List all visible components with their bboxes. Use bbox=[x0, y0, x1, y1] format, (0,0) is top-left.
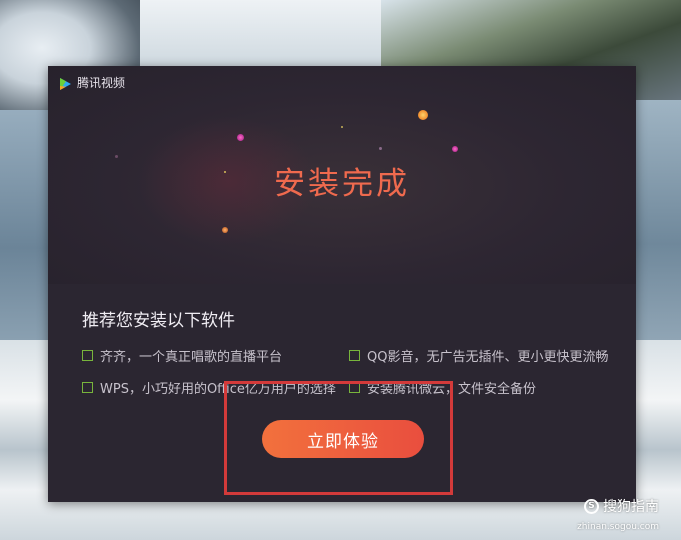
sogou-s-icon: S bbox=[584, 498, 599, 514]
desktop-background bbox=[0, 110, 48, 340]
checkbox[interactable] bbox=[82, 382, 93, 393]
start-experience-button[interactable]: 立即体验 bbox=[262, 420, 424, 458]
app-title: 腾讯视频 bbox=[77, 76, 126, 90]
hero-banner: 腾讯视频 安装完成 bbox=[48, 66, 636, 284]
recommend-option-wps[interactable]: WPS，小巧好用的Office亿万用户的选择 bbox=[82, 378, 336, 397]
recommend-option-qq-player[interactable]: QQ影音，无广告无插件、更小更快更流畅 bbox=[349, 346, 608, 365]
particle-dot bbox=[452, 146, 458, 152]
particle-dot bbox=[237, 134, 244, 141]
installer-window: 腾讯视频 安装完成 推荐您安装以下软件 齐齐，一个真正唱歌的直播平台 QQ影音，… bbox=[48, 66, 636, 502]
desktop-background bbox=[130, 0, 390, 66]
option-label: 安装腾讯微云，文件安全备份 bbox=[367, 382, 537, 397]
desktop-background bbox=[635, 100, 681, 340]
checkbox[interactable] bbox=[349, 350, 360, 361]
option-label: 齐齐，一个真正唱歌的直播平台 bbox=[100, 350, 283, 365]
option-label: WPS，小巧好用的Office亿万用户的选择 bbox=[100, 382, 336, 397]
particle-dot bbox=[341, 126, 343, 128]
checkbox[interactable] bbox=[82, 350, 93, 361]
option-label: QQ影音，无广告无插件、更小更快更流畅 bbox=[367, 350, 609, 365]
particle-dot bbox=[418, 110, 428, 120]
particle-dot bbox=[379, 147, 382, 150]
recommend-panel: 推荐您安装以下软件 齐齐，一个真正唱歌的直播平台 QQ影音，无广告无插件、更小更… bbox=[48, 284, 636, 502]
install-complete-title: 安装完成 bbox=[274, 166, 410, 202]
particle-dot bbox=[222, 227, 228, 233]
sogou-watermark: S 搜狗指南 bbox=[584, 496, 659, 516]
recommend-option-weiyun[interactable]: 安装腾讯微云，文件安全备份 bbox=[349, 378, 536, 397]
watermark-brand: 搜狗指南 bbox=[603, 499, 659, 515]
watermark-url: zhinan.sogou.com bbox=[577, 522, 659, 532]
checkbox[interactable] bbox=[349, 382, 360, 393]
title-bar: 腾讯视频 bbox=[58, 74, 125, 92]
recommend-section-title: 推荐您安装以下软件 bbox=[82, 311, 235, 331]
tencent-video-logo-icon bbox=[58, 76, 72, 90]
recommend-option-qiqi[interactable]: 齐齐，一个真正唱歌的直播平台 bbox=[82, 346, 282, 365]
